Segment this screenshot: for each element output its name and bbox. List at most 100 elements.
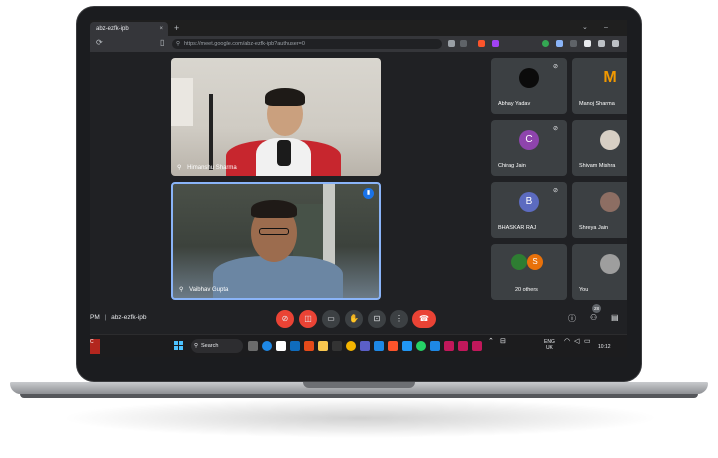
avatar xyxy=(600,130,620,150)
search-icon: ⚲ xyxy=(194,343,199,349)
laptop-shadow xyxy=(60,398,660,438)
edge-icon[interactable] xyxy=(262,341,272,351)
search-label: Search xyxy=(201,343,219,349)
reload-icon[interactable]: ⟳ xyxy=(96,38,103,47)
captions-icon: ▭ xyxy=(327,314,335,323)
url-field[interactable]: ⚲ https://meet.google.com/abz-ezfk-ipb?a… xyxy=(172,39,442,49)
participant-tile[interactable]: C ⊘ Chirag Jain xyxy=(491,120,567,176)
present-button[interactable]: ⊡ xyxy=(368,310,386,328)
office-icon[interactable] xyxy=(304,341,314,351)
chevron-up-icon[interactable]: ⌃ xyxy=(488,338,494,345)
app-pink-3-icon[interactable] xyxy=(472,341,482,351)
sidebar-icon[interactable] xyxy=(598,40,605,47)
participant-tile[interactable]: ⊘ Abhay Yadav xyxy=(491,58,567,114)
present-icon: ⊡ xyxy=(373,314,381,323)
captions-button[interactable]: ▭ xyxy=(322,310,340,328)
end-call-button[interactable]: ☎ xyxy=(412,310,436,328)
participant-tile[interactable]: ⋮ Shreya Jain xyxy=(572,182,627,238)
weather-widget[interactable]: C xyxy=(90,339,100,354)
teams-icon[interactable] xyxy=(360,341,370,351)
share-icon[interactable] xyxy=(460,40,467,47)
avatar xyxy=(511,254,527,270)
video-name-label: ⚲ Vaibhav Gupta xyxy=(179,286,228,293)
tab-search-icon[interactable]: ⌄ xyxy=(582,22,588,34)
more-options-button[interactable]: ⋮ xyxy=(390,310,408,328)
avatar: C xyxy=(519,130,539,150)
person-shirt xyxy=(213,256,343,298)
video-name-label: ⚲ Himanshu Sharma xyxy=(177,164,237,171)
extensions-puzzle-icon[interactable] xyxy=(584,40,591,47)
brave-shield-icon[interactable] xyxy=(478,40,485,47)
brave-icon[interactable] xyxy=(388,341,398,351)
camera-off-button[interactable]: ◫ xyxy=(299,310,317,328)
browser-tab[interactable]: abz-ezfk-ipb × xyxy=(90,22,168,36)
laptop-notch xyxy=(303,382,415,388)
camera-off-icon: ◫ xyxy=(304,314,312,323)
more-icon: ⋮ xyxy=(395,314,403,323)
people-count-badge: 28 xyxy=(592,304,601,313)
self-tile[interactable]: You xyxy=(572,244,627,300)
cast-icon[interactable] xyxy=(448,40,455,47)
mic-off-button[interactable]: ⊘ xyxy=(276,310,294,328)
app-pink-2-icon[interactable] xyxy=(458,341,468,351)
brave-rewards-icon[interactable] xyxy=(492,40,499,47)
pin-icon[interactable]: ⚲ xyxy=(177,165,181,171)
participant-tile[interactable]: M Manoj Sharma xyxy=(572,58,627,114)
others-tile[interactable]: S 20 others xyxy=(491,244,567,300)
raise-hand-button[interactable]: ✋ xyxy=(345,310,363,328)
participant-name: Vaibhav Gupta xyxy=(189,287,229,293)
tab-title: abz-ezfk-ipb xyxy=(96,26,129,32)
todo-icon[interactable] xyxy=(402,341,412,351)
people-icon[interactable]: ⚇ xyxy=(590,313,597,322)
task-view-icon[interactable] xyxy=(248,341,258,351)
battery-icon[interactable]: ▭ xyxy=(584,338,591,345)
avatar xyxy=(519,68,539,88)
wifi-icon[interactable]: ◠ xyxy=(564,338,570,345)
extension-blue-icon[interactable] xyxy=(556,40,563,47)
mic-off-icon: ⊘ xyxy=(553,64,559,70)
extension-gray-icon[interactable] xyxy=(570,40,577,47)
avatar xyxy=(600,192,620,212)
checkmark-app-icon[interactable] xyxy=(430,341,440,351)
wallet-icon[interactable] xyxy=(612,40,619,47)
clock[interactable]: 10:12 xyxy=(598,344,611,350)
person-hair xyxy=(251,200,297,218)
pin-icon[interactable]: ⚲ xyxy=(179,287,183,293)
dropbox-icon[interactable] xyxy=(290,341,300,351)
mic-off-icon: ⊘ xyxy=(281,314,289,323)
video-tile-active-speaker[interactable]: ▮ ⚲ Vaibhav Gupta xyxy=(171,182,381,300)
app-bolt-icon[interactable] xyxy=(332,341,342,351)
chrome-icon[interactable] xyxy=(346,341,356,351)
avatar xyxy=(600,254,620,274)
browser-tab-bar: abz-ezfk-ipb × + ⌄ – xyxy=(90,20,627,36)
store-icon[interactable] xyxy=(276,341,286,351)
video-tile[interactable]: ⚲ Himanshu Sharma xyxy=(171,58,381,176)
volume-icon[interactable]: ◁ xyxy=(574,338,579,345)
end-call-icon: ☎ xyxy=(419,314,429,323)
participant-tile[interactable]: Shivam Mishra xyxy=(572,120,627,176)
whatsapp-icon[interactable] xyxy=(416,341,426,351)
laptop-screen: abz-ezfk-ipb × + ⌄ – ⟳ ▯ ⚲ https://meet.… xyxy=(90,20,627,357)
site-info-icon[interactable]: ⚲ xyxy=(176,39,180,49)
chat-icon[interactable]: ▤ xyxy=(611,313,619,322)
start-button[interactable] xyxy=(174,341,184,351)
taskbar-search[interactable]: ⚲ Search xyxy=(191,339,243,353)
new-tab-button[interactable]: + xyxy=(174,22,179,34)
info-icon[interactable]: ⓘ xyxy=(568,313,576,324)
file-explorer-icon[interactable] xyxy=(318,341,328,351)
app-pink-icon[interactable] xyxy=(444,341,454,351)
minimize-icon[interactable]: – xyxy=(604,22,608,34)
language-indicator[interactable]: ENG UK xyxy=(544,339,555,351)
participant-name: Shivam Mishra xyxy=(579,163,616,169)
extension-green-icon[interactable] xyxy=(542,40,549,47)
participant-tile[interactable]: B ⊘ BHASKAR RAJ xyxy=(491,182,567,238)
participant-name: Chirag Jain xyxy=(498,163,526,169)
speaking-indicator-icon: ▮ xyxy=(363,188,374,199)
bookmark-icon[interactable]: ▯ xyxy=(160,38,164,47)
meeting-info: PM | abz-ezfk-ipb xyxy=(90,314,146,321)
mic-stand xyxy=(209,94,213,170)
vscode-icon[interactable] xyxy=(374,341,384,351)
hidden-icon[interactable]: ⊟ xyxy=(500,338,506,345)
mic-off-icon: ⊘ xyxy=(553,188,559,194)
close-tab-icon[interactable]: × xyxy=(159,22,163,36)
